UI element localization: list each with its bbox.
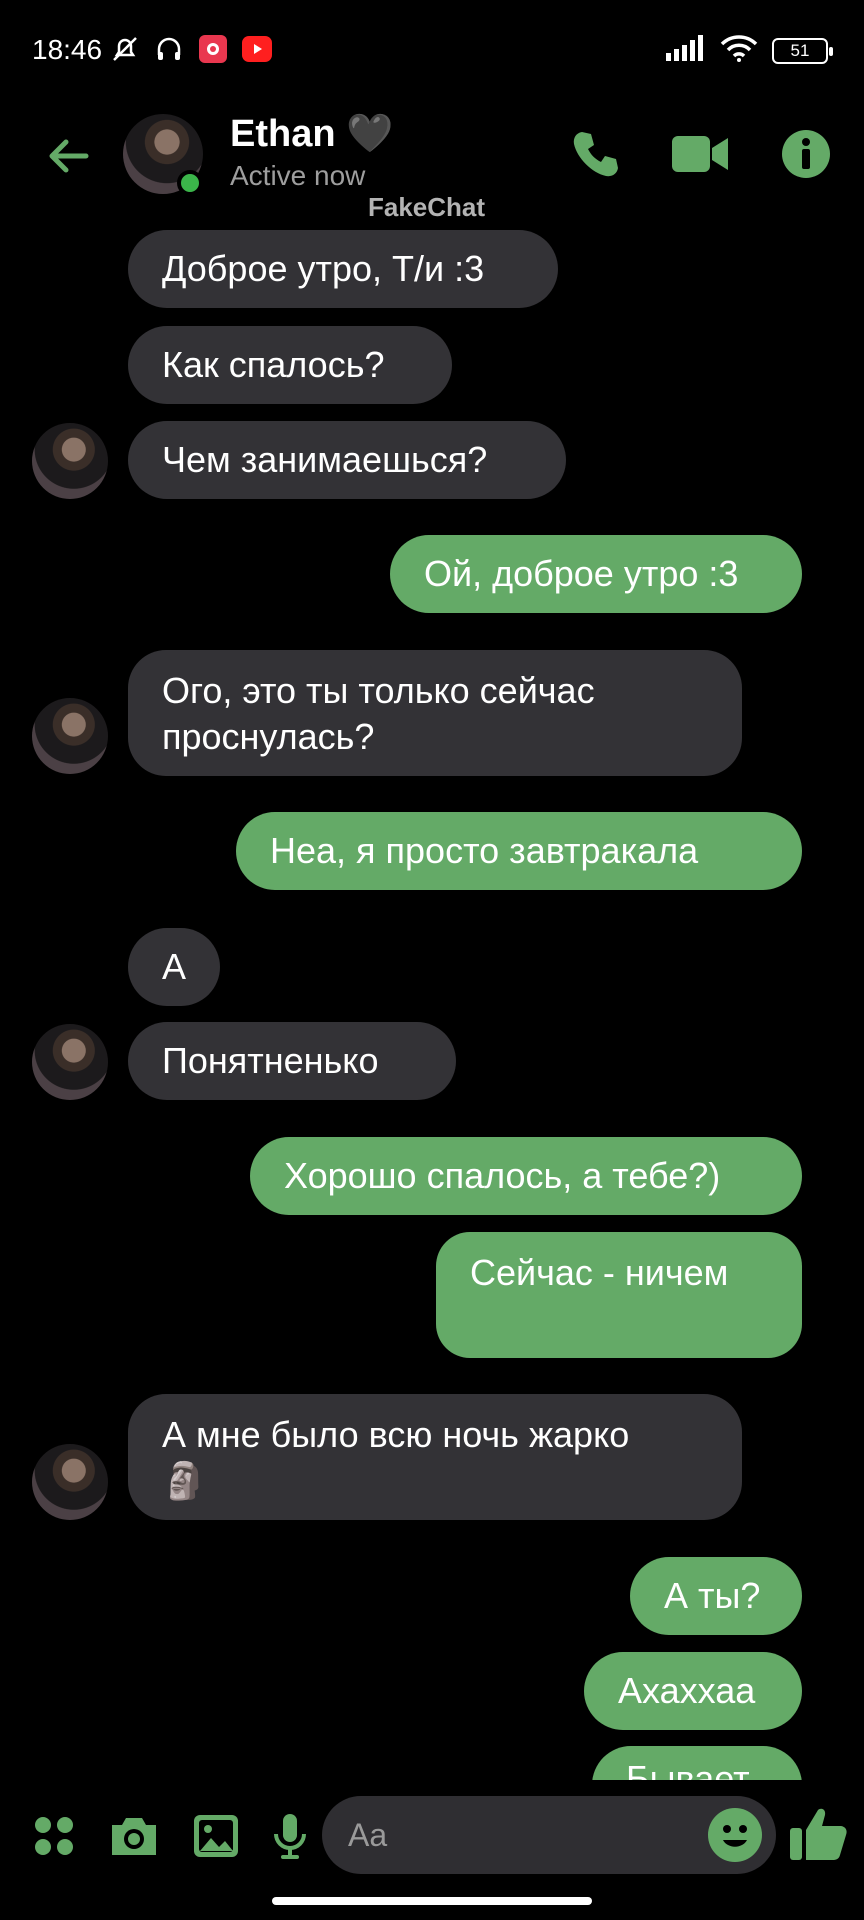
incoming-message[interactable]: Чем занимаешься? (128, 421, 566, 499)
video-icon (672, 136, 728, 172)
sender-avatar (32, 423, 108, 499)
contact-status: Active now (230, 160, 366, 191)
incoming-message[interactable]: Как спалось? (128, 326, 452, 404)
contact-name[interactable]: Ethan 🖤 (230, 112, 393, 156)
status-bar: 18:46 51 (0, 0, 864, 100)
incoming-message[interactable]: Понятненько (128, 1022, 456, 1100)
signal-icon (666, 35, 706, 66)
message-composer (0, 1780, 864, 1890)
voice-message-button[interactable] (262, 1808, 318, 1864)
message-input[interactable] (348, 1796, 688, 1874)
watermark: FakeChat (368, 192, 486, 222)
incoming-message[interactable]: Ого, это ты только сейчас проснулась? (128, 650, 742, 776)
battery-indicator: 51 (772, 37, 833, 64)
info-icon (782, 130, 830, 178)
apps-button[interactable] (26, 1808, 82, 1864)
like-button[interactable] (786, 1800, 852, 1866)
message-input-wrapper (322, 1796, 776, 1874)
voice-call-button[interactable] (564, 122, 628, 186)
incoming-message[interactable]: А мне было всю ночь жарко 🗿 (128, 1394, 742, 1520)
headphones-icon (152, 32, 186, 66)
app-notification-icon (196, 32, 230, 66)
outgoing-message[interactable]: Хорошо спалось, а тебе?) (250, 1137, 802, 1215)
wifi-icon (720, 34, 758, 67)
outgoing-message[interactable]: Сейчас - ничем (436, 1232, 802, 1358)
apps-icon (35, 1817, 73, 1855)
sender-avatar (32, 698, 108, 774)
camera-button[interactable] (106, 1808, 162, 1864)
emoji-button[interactable] (708, 1808, 762, 1862)
video-call-button[interactable] (668, 122, 732, 186)
outgoing-message[interactable]: А ты? (630, 1557, 802, 1635)
phone-icon (573, 132, 618, 177)
incoming-message[interactable]: Доброе утро, Т/и :3 (128, 230, 558, 308)
thumbs-up-icon (790, 1808, 847, 1860)
emoji-icon (723, 1825, 747, 1847)
sender-avatar (32, 1024, 108, 1100)
sender-avatar (32, 1444, 108, 1520)
mute-bell-icon (108, 32, 142, 66)
info-button[interactable] (774, 122, 838, 186)
outgoing-message[interactable]: Ахаххаа (584, 1652, 802, 1730)
incoming-message[interactable]: А (128, 928, 220, 1006)
home-indicator[interactable] (272, 1897, 592, 1905)
back-button[interactable] (40, 128, 96, 184)
gallery-icon (194, 1815, 238, 1857)
youtube-icon (240, 32, 274, 66)
status-icons-left (108, 32, 274, 66)
outgoing-message[interactable]: Ой, доброе утро :3 (390, 535, 802, 613)
back-arrow-icon (49, 139, 89, 173)
outgoing-message[interactable]: Неа, я просто завтракала (236, 812, 802, 890)
status-icons-right: 51 (666, 34, 833, 67)
camera-icon (112, 1818, 156, 1855)
gallery-button[interactable] (188, 1808, 244, 1864)
status-time: 18:46 (32, 34, 103, 65)
mic-icon (274, 1814, 306, 1859)
online-indicator (177, 170, 203, 196)
